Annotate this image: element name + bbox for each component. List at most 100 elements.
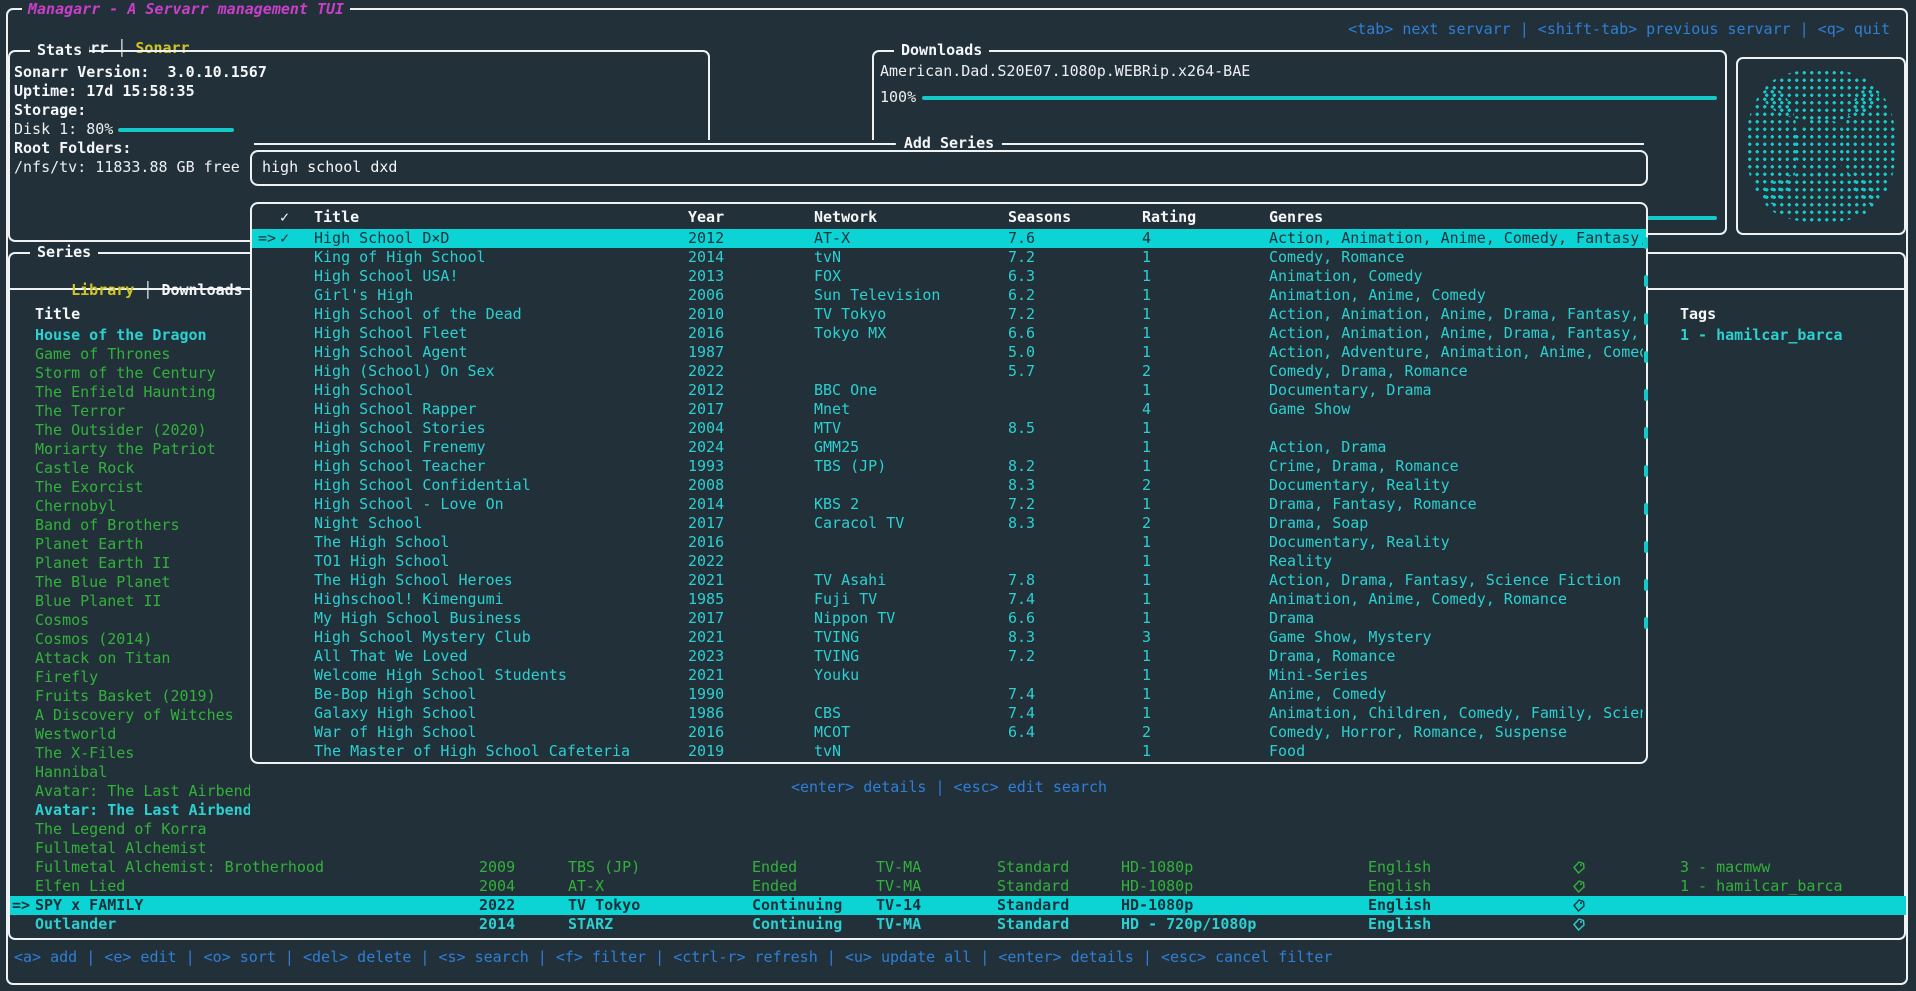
result-row[interactable]: TO1 High School20221Reality (252, 552, 1646, 571)
result-row[interactable]: The Master of High School Cafeteria2019t… (252, 742, 1646, 761)
series-language: English (1368, 915, 1598, 934)
result-genres: Action, Animation, Anime, Comedy, Fantas… (1269, 229, 1643, 248)
result-network: BBC One (814, 381, 999, 400)
result-title: High School Agent (314, 343, 684, 362)
logo-center (1793, 118, 1849, 174)
result-row[interactable]: All That We Loved2023TVING7.21Drama, Rom… (252, 647, 1646, 666)
result-genres: Reality (1269, 552, 1643, 571)
result-genres: Animation, Children, Comedy, Family, Sci… (1269, 704, 1643, 723)
result-genres: Action, Adventure, Animation, Anime, Com… (1269, 343, 1643, 362)
result-network: tvN (814, 742, 999, 761)
result-row[interactable]: High School of the Dead2010TV Tokyo7.21A… (252, 305, 1646, 324)
result-row[interactable]: High School Teacher1993TBS (JP)8.21Crime… (252, 457, 1646, 476)
result-year: 1993 (688, 457, 758, 476)
result-row[interactable]: High School Frenemy2024GMM251Action, Dra… (252, 438, 1646, 457)
scrollbar-dash (1644, 389, 1648, 401)
result-seasons: 7.8 (1008, 571, 1078, 590)
result-seasons: 8.3 (1008, 514, 1078, 533)
result-title: My High School Business (314, 609, 684, 628)
result-rating: 1 (1142, 286, 1202, 305)
search-input[interactable]: high school dxd (250, 150, 1648, 186)
series-title: SPY x FAMILY (35, 896, 480, 915)
series-row[interactable]: Fullmetal Alchemist (10, 839, 1906, 858)
result-row[interactable]: Galaxy High School1986CBS7.41Animation, … (252, 704, 1646, 723)
result-genres: Action, Drama, Fantasy, Science Fiction (1269, 571, 1643, 590)
result-row[interactable]: High School Agent19875.01Action, Adventu… (252, 343, 1646, 362)
result-title: High (School) On Sex (314, 362, 684, 381)
result-row[interactable]: War of High School2016MCOT6.42Comedy, Ho… (252, 723, 1646, 742)
result-year: 2010 (688, 305, 758, 324)
result-genres: Game Show (1269, 400, 1643, 419)
result-row[interactable]: The High School20161Documentary, Reality (252, 533, 1646, 552)
result-genres: Documentary, Reality (1269, 533, 1643, 552)
result-row[interactable]: My High School Business2017Nippon TV6.61… (252, 609, 1646, 628)
result-row[interactable]: Night School2017Caracol TV8.32Drama, Soa… (252, 514, 1646, 533)
result-year: 2021 (688, 666, 758, 685)
managarr-dot-logo (1740, 61, 1902, 231)
logo-petal-left (1746, 88, 1798, 204)
series-title: Fullmetal Alchemist (35, 839, 480, 858)
result-seasons: 8.2 (1008, 457, 1078, 476)
scrollbar-dash (1644, 313, 1648, 325)
series-panel-title: Series (30, 243, 98, 262)
monitored-check: ✓ (280, 229, 300, 248)
series-tab-downloads[interactable]: Downloads (161, 281, 242, 299)
window-keybinds: <tab> next servarr | <shift-tab> previou… (1348, 20, 1890, 39)
result-genres: Drama (1269, 609, 1643, 628)
series-tab-library[interactable]: Library (71, 281, 134, 299)
result-row[interactable]: High School Rapper2017Mnet4Game Show (252, 400, 1646, 419)
series-title: Elfen Lied (35, 877, 480, 896)
result-seasons: 6.6 (1008, 609, 1078, 628)
result-title: High School Teacher (314, 457, 684, 476)
result-rating: 1 (1142, 267, 1202, 286)
result-seasons: 6.3 (1008, 267, 1078, 286)
series-row[interactable]: Outlander2014STARZContinuingTV-MAStandar… (10, 915, 1906, 934)
result-rating: 1 (1142, 495, 1202, 514)
result-row[interactable]: High School Stories2004MTV8.51 (252, 419, 1646, 438)
result-year: 2024 (688, 438, 758, 457)
result-row[interactable]: High (School) On Sex20225.72Comedy, Dram… (252, 362, 1646, 381)
result-row[interactable]: High School - Love On2014KBS 27.21Drama,… (252, 495, 1646, 514)
result-title: Be-Bop High School (314, 685, 684, 704)
result-genres: Mini-Series (1269, 666, 1643, 685)
result-row[interactable]: Highschool! Kimengumi1985Fuji TV7.41Anim… (252, 590, 1646, 609)
series-tags: 3 - macmww (1680, 858, 1900, 877)
result-year: 2008 (688, 476, 758, 495)
result-seasons: 8.3 (1008, 476, 1078, 495)
result-genres: Drama, Romance (1269, 647, 1643, 666)
result-row[interactable]: High School2012BBC One1Documentary, Dram… (252, 381, 1646, 400)
series-row[interactable]: Fullmetal Alchemist: Brotherhood2009TBS … (10, 858, 1906, 877)
series-row[interactable]: Elfen Lied2004AT-XEndedTV-MAStandardHD-1… (10, 877, 1906, 896)
popup-hint: <enter> details | <esc> edit search (791, 778, 1107, 797)
series-row[interactable]: =>SPY x FAMILY2022TV TokyoContinuingTV-1… (10, 896, 1906, 915)
series-language: English (1368, 858, 1598, 877)
result-row[interactable]: High School USA!2013FOX6.31Animation, Co… (252, 267, 1646, 286)
result-row[interactable]: =>✓High School D×D2012AT-X7.64Action, An… (252, 229, 1646, 248)
result-row[interactable]: The High School Heroes2021TV Asahi7.81Ac… (252, 571, 1646, 590)
result-row[interactable]: King of High School2014tvN7.21Comedy, Ro… (252, 248, 1646, 267)
scrollbar-dash (1644, 237, 1648, 249)
scrollbar-dash (1644, 541, 1648, 553)
result-network: TVING (814, 647, 999, 666)
result-rating: 2 (1142, 362, 1202, 381)
result-row[interactable]: High School Mystery Club2021TVING8.33Gam… (252, 628, 1646, 647)
result-row[interactable]: Be-Bop High School19907.41Anime, Comedy (252, 685, 1646, 704)
result-rating: 2 (1142, 514, 1202, 533)
managarr-app: Managarr - A Servarr management TUI Rada… (0, 0, 1916, 991)
result-seasons: 8.3 (1008, 628, 1078, 647)
result-rating: 1 (1142, 704, 1202, 723)
result-seasons: 6.6 (1008, 324, 1078, 343)
result-year: 2012 (688, 229, 758, 248)
result-row[interactable]: High School Confidential20088.32Document… (252, 476, 1646, 495)
scrollbar-dash (1644, 579, 1648, 591)
result-row[interactable]: Girl's High2006Sun Television6.21Animati… (252, 286, 1646, 305)
result-seasons: 7.2 (1008, 647, 1078, 666)
result-title: High School Frenemy (314, 438, 684, 457)
result-genres: Animation, Anime, Comedy (1269, 286, 1643, 305)
result-seasons: 7.2 (1008, 305, 1078, 324)
result-year: 2004 (688, 419, 758, 438)
result-row[interactable]: High School Fleet2016Tokyo MX6.61Action,… (252, 324, 1646, 343)
result-row[interactable]: Welcome High School Students2021Youku1Mi… (252, 666, 1646, 685)
result-title: TO1 High School (314, 552, 684, 571)
series-tags: 1 - hamilcar_barca (1680, 877, 1900, 896)
